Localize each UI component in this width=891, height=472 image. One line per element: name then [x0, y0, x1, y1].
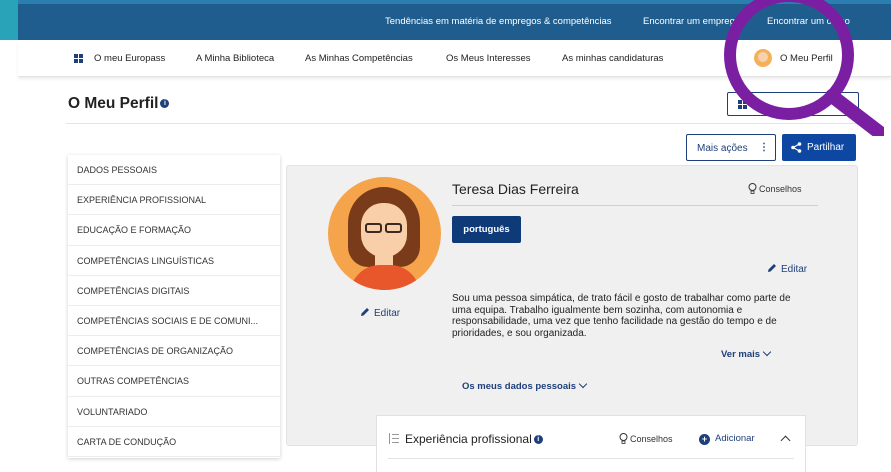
- experience-tips-link[interactable]: Conselhos: [619, 433, 673, 444]
- share-icon: [791, 142, 802, 153]
- bulb-icon: [748, 183, 757, 194]
- pencil-icon: [768, 264, 776, 272]
- top-link-find-job[interactable]: Encontrar um emprego: [643, 16, 740, 27]
- work-experience-title: Experiência profissional i: [405, 432, 543, 446]
- profile-photo: [328, 177, 441, 290]
- grid-icon: [74, 54, 83, 63]
- experience-divider: [388, 458, 794, 459]
- personal-data-toggle[interactable]: Os meus dados pessoais: [462, 379, 588, 392]
- edit-bio-label: Editar: [781, 264, 808, 275]
- nav-item-my-europass[interactable]: O meu Europass: [94, 53, 165, 64]
- name-divider: [452, 205, 818, 206]
- see-more-label: Ver mais: [721, 349, 761, 360]
- experience-tips-label: Conselhos: [630, 434, 673, 444]
- pencil-icon: [361, 308, 369, 316]
- title-divider: [66, 123, 858, 124]
- chevron-down-icon: [762, 347, 772, 357]
- edit-photo-label: Editar: [374, 308, 401, 319]
- info-icon[interactable]: i: [533, 435, 543, 445]
- avatar[interactable]: [754, 49, 772, 67]
- page-title: O Meu Perfil i: [68, 95, 170, 113]
- top-bar: Tendências em matéria de empregos & comp…: [0, 0, 891, 40]
- sidebar-item-personal-data[interactable]: DADOS PESSOAIS: [68, 155, 280, 186]
- personal-data-label: Os meus dados pessoais: [462, 381, 577, 392]
- page-title-text: O Meu Perfil: [68, 95, 159, 112]
- add-experience-label: Adicionar: [715, 433, 755, 444]
- edit-bio-link[interactable]: Editar: [767, 263, 807, 275]
- add-experience-button[interactable]: + Adicionar: [699, 433, 755, 445]
- top-bar-edge: [0, 0, 18, 40]
- more-actions-label: Mais ações: [697, 143, 748, 154]
- grid-icon: [738, 100, 747, 109]
- info-icon[interactable]: i: [160, 99, 170, 109]
- bulb-icon: [619, 433, 628, 444]
- tips-label: Conselhos: [759, 184, 802, 194]
- edit-photo-link[interactable]: Editar: [360, 307, 400, 319]
- language-badge[interactable]: português: [452, 216, 521, 243]
- sidebar-item-social-skills[interactable]: COMPETÊNCIAS SOCIAIS E DE COMUNI...: [68, 306, 280, 337]
- sidebar-item-organisational-skills[interactable]: COMPETÊNCIAS DE ORGANIZAÇÃO: [68, 336, 280, 367]
- nav-item-my-skills[interactable]: As Minhas Competências: [305, 53, 413, 64]
- profile-bio: Sou uma pessoa simpática, de trato fácil…: [452, 293, 791, 339]
- sidebar-item-work-experience[interactable]: EXPERIÊNCIA PROFISSIONAL: [68, 185, 280, 216]
- nav-item-my-interests[interactable]: Os Meus Interesses: [446, 53, 530, 64]
- profile-name: Teresa Dias Ferreira: [452, 181, 579, 197]
- nav-item-my-applications[interactable]: As minhas candidaturas: [562, 53, 663, 64]
- work-experience-title-text: Experiência profissional: [405, 432, 532, 446]
- sidebar-item-other-skills[interactable]: OUTRAS COMPETÊNCIAS: [68, 366, 280, 397]
- share-label: Partilhar: [807, 142, 845, 153]
- sidebar-item-education[interactable]: EDUCAÇÃO E FORMAÇÃO: [68, 215, 280, 246]
- tips-link[interactable]: Conselhos: [748, 183, 802, 194]
- sidebar-item-languages[interactable]: COMPETÊNCIAS LINGUÍSTICAS: [68, 246, 280, 276]
- sidebar-item-volunteering[interactable]: VOLUNTARIADO: [68, 397, 280, 427]
- chevron-down-icon: [578, 379, 588, 389]
- top-bar-accent: [0, 0, 891, 4]
- see-more-link[interactable]: Ver mais: [721, 347, 772, 360]
- view-switch-button[interactable]: [727, 92, 859, 116]
- list-icon: [389, 433, 399, 444]
- top-link-find-course[interactable]: Encontrar um curso: [767, 16, 850, 27]
- nav-item-my-library[interactable]: A Minha Biblioteca: [196, 53, 274, 64]
- sidebar-item-digital-skills[interactable]: COMPETÊNCIAS DIGITAIS: [68, 276, 280, 306]
- profile-sections-sidebar: DADOS PESSOAIS EXPERIÊNCIA PROFISSIONAL …: [68, 155, 280, 458]
- chevron-down-icon[interactable]: [844, 58, 852, 62]
- top-link-trends[interactable]: Tendências em matéria de empregos & comp…: [385, 16, 612, 27]
- share-button[interactable]: Partilhar: [782, 134, 856, 161]
- sidebar-item-driving-licence[interactable]: CARTA DE CONDUÇÃO: [68, 427, 280, 457]
- more-actions-button[interactable]: Mais ações ⋮: [686, 134, 776, 161]
- profile-menu-label[interactable]: O Meu Perfil: [780, 53, 833, 64]
- main-nav: O meu Europass A Minha Biblioteca As Min…: [18, 40, 891, 77]
- plus-circle-icon: +: [699, 434, 710, 445]
- kebab-icon: ⋮: [759, 142, 769, 153]
